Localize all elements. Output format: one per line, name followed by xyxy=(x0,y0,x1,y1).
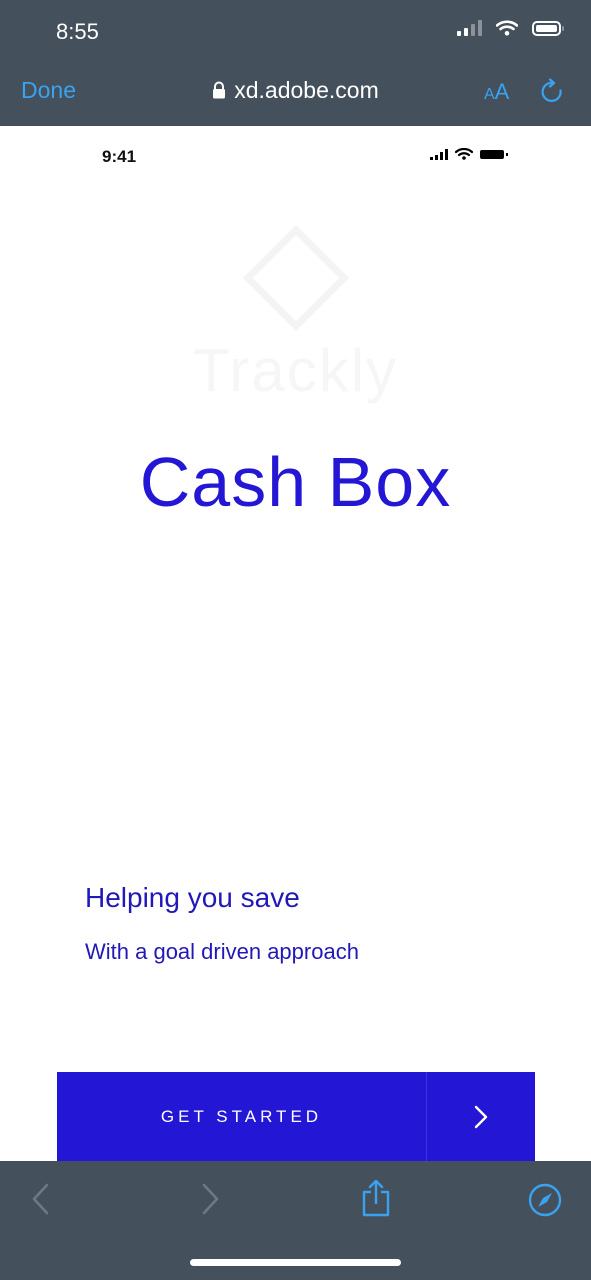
app-status-time: 9:41 xyxy=(102,147,137,166)
compass-icon[interactable] xyxy=(528,1183,562,1222)
watermark-text: Trackly xyxy=(192,337,399,404)
cellular-signal-icon xyxy=(457,20,482,36)
wifi-icon xyxy=(496,20,518,36)
app-wifi-icon xyxy=(455,148,473,160)
get-started-button[interactable]: GET STARTED xyxy=(57,1072,535,1162)
get-started-label: GET STARTED xyxy=(160,1107,323,1126)
home-indicator[interactable] xyxy=(190,1259,401,1266)
url-text: xd.adobe.com xyxy=(234,77,379,103)
text-size-small-label: A xyxy=(484,86,495,103)
text-size-button[interactable]: AA xyxy=(484,79,509,105)
system-status-icons xyxy=(457,20,564,36)
share-icon[interactable] xyxy=(361,1178,391,1223)
brand-title: Cash Box xyxy=(139,443,452,521)
system-clock: 8:55 xyxy=(56,19,99,44)
app-battery-icon xyxy=(480,149,508,159)
app-status-icons xyxy=(430,148,508,160)
subheadline: With a goal driven approach xyxy=(85,939,359,964)
headline: Helping you save xyxy=(85,882,300,913)
watermark-logo-icon xyxy=(240,222,352,339)
forward-chevron-right-icon[interactable] xyxy=(199,1182,221,1221)
reload-icon[interactable] xyxy=(540,78,566,111)
app-signal-icon xyxy=(430,148,448,160)
battery-icon xyxy=(532,20,564,36)
chevron-right-icon[interactable] xyxy=(426,1072,535,1162)
lock-icon xyxy=(212,78,226,105)
text-size-large-label: A xyxy=(494,79,510,104)
back-chevron-left-icon[interactable] xyxy=(30,1182,52,1221)
